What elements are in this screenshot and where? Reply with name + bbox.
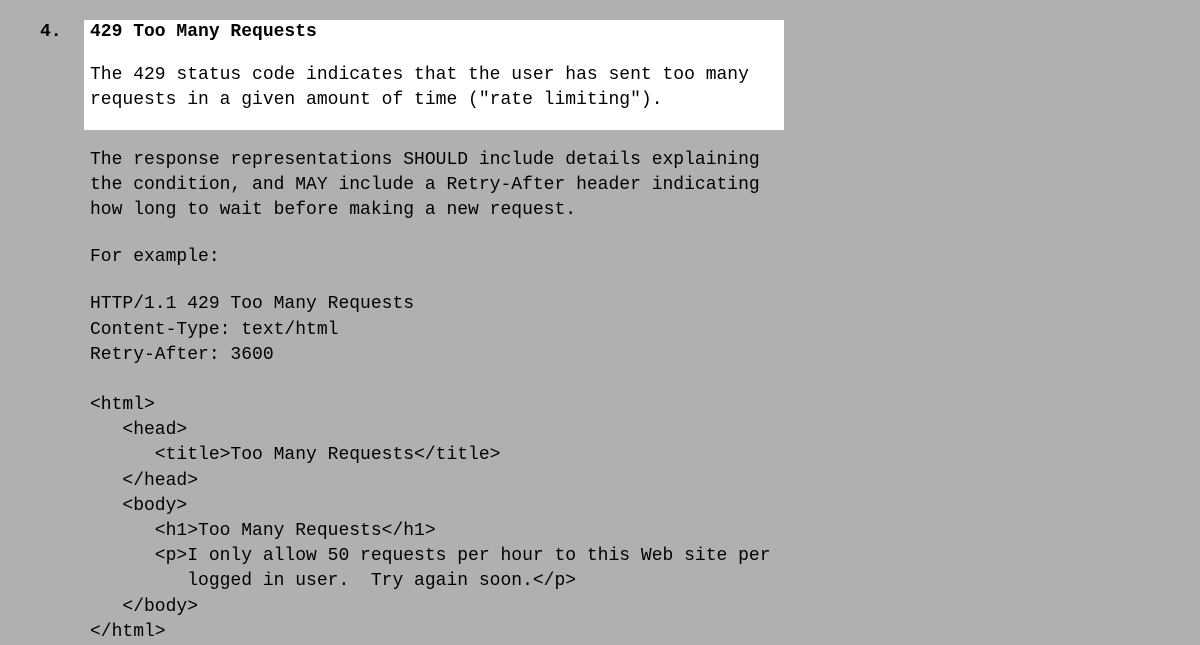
detail-paragraph: The response representations SHOULD incl… <box>90 148 790 224</box>
rfc-section: 4. 429 Too Many Requests The 429 status … <box>0 20 1200 645</box>
example-code-block: HTTP/1.1 429 Too Many Requests Content-T… <box>90 292 790 645</box>
section-number: 4. <box>40 20 90 45</box>
section-body: The response representations SHOULD incl… <box>90 148 790 645</box>
highlight-box: 429 Too Many Requests The 429 status cod… <box>84 20 784 130</box>
section-title: 429 Too Many Requests <box>90 20 776 45</box>
intro-paragraph: The 429 status code indicates that the u… <box>90 63 776 113</box>
section-header: 4. 429 Too Many Requests The 429 status … <box>40 20 1200 130</box>
example-label: For example: <box>90 245 790 270</box>
